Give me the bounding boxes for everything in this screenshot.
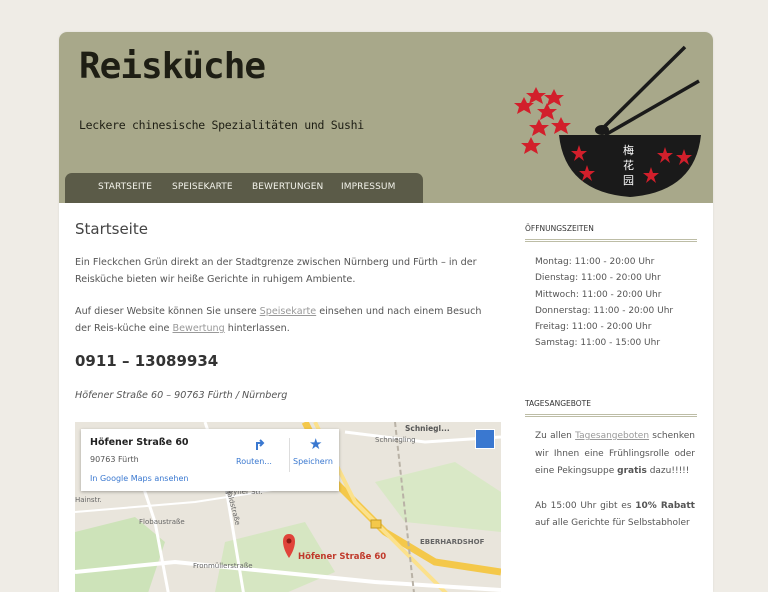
directions-icon[interactable] (254, 437, 268, 451)
map-label-schniegling: Schniegling (375, 436, 416, 444)
speisekarte-link[interactable]: Speisekarte (260, 306, 317, 317)
hours-row: Samstag: 11:00 - 15:00 Uhr (535, 338, 661, 349)
save-button[interactable]: Speichern (293, 457, 333, 466)
map-label-schniegl: Schniegl... (405, 424, 450, 433)
map-pin-label: Höfener Straße 60 (298, 552, 387, 562)
hours-row: Mittwoch: 11:00 - 20:00 Uhr (535, 289, 662, 300)
info-paragraph: Auf dieser Website können Sie unsere Spe… (75, 306, 482, 334)
logo-char-1: 梅 (623, 143, 634, 157)
opening-hours-list: Montag: 11:00 - 20:00 Uhr Dienstag: 11:0… (535, 254, 673, 352)
opening-hours-title: ÖFFNUNGSZEITEN (525, 224, 697, 242)
map-place-city: 90763 Fürth (90, 455, 139, 464)
hours-row: Montag: 11:00 - 20:00 Uhr (535, 257, 655, 267)
intro-paragraph: Ein Fleckchen Grün direkt an der Stadtgr… (75, 257, 477, 285)
bewertung-link[interactable]: Bewertung (173, 323, 225, 334)
star-icon[interactable]: ★ (309, 435, 322, 453)
offer-paragraph-1: Zu allen Tagesangeboten schenken wir Ihn… (535, 431, 695, 476)
nav-item-speisekarte[interactable]: SPEISEKARTE (172, 182, 233, 192)
daily-offers-title: TAGESANGEBOTE (525, 399, 697, 417)
main-navigation: STARTSEITE SPEISEKARTE BEWERTUNGEN IMPRE… (65, 173, 423, 203)
site-tagline: Leckere chinesische Spezialitäten und Su… (79, 118, 364, 132)
map-label-fronmuellerstrasse: Fronmüllerstraße (193, 562, 253, 570)
site-header: Reisküche Leckere chinesische Spezialitä… (59, 32, 713, 203)
street-view-pegman-icon[interactable] (475, 429, 495, 449)
daily-offers-text: Zu allen Tagesangeboten schenken wir Ihn… (535, 428, 695, 533)
offer-paragraph-2: Ab 15:00 Uhr gibt es 10% Rabatt auf alle… (535, 500, 695, 529)
nav-item-bewertungen[interactable]: BEWERTUNGEN (252, 182, 323, 192)
page-title: Startseite (75, 220, 148, 238)
map-label-flobaustrasse: Flobaustraße (139, 518, 185, 526)
page-container: Reisküche Leckere chinesische Spezialitä… (59, 32, 713, 592)
phone-number: 0911 – 13089934 (75, 352, 219, 370)
nav-item-startseite[interactable]: STARTSEITE (98, 182, 152, 192)
address-text: Höfener Straße 60 – 90763 Fürth / Nürnbe… (75, 390, 288, 401)
bowl-logo: 梅 花 园 (514, 45, 701, 197)
logo-char-3: 园 (623, 174, 634, 187)
view-in-google-maps-link[interactable]: In Google Maps ansehen (90, 474, 188, 483)
map-place-name: Höfener Straße 60 (90, 437, 189, 448)
site-title[interactable]: Reisküche (79, 46, 266, 87)
google-map[interactable]: Schniegling Schniegl... Flobaustraße Fro… (75, 422, 501, 592)
nav-item-impressum[interactable]: IMPRESSUM (341, 182, 395, 192)
directions-button[interactable]: Routen... (236, 457, 272, 466)
tagesangebote-link[interactable]: Tagesangeboten (575, 431, 649, 441)
card-divider (289, 438, 290, 472)
hours-row: Dienstag: 11:00 - 20:00 Uhr (535, 273, 661, 284)
map-label-eberhardshof: EBERHARDSHOF (420, 538, 485, 546)
map-info-card: Höfener Straße 60 90763 Fürth In Google … (81, 429, 339, 491)
hours-row: Donnerstag: 11:00 - 20:00 Uhr (535, 305, 674, 316)
hours-row: Freitag: 11:00 - 20:00 Uhr (535, 322, 652, 333)
map-label-hainstr: Hainstr. (75, 496, 102, 504)
logo-char-2: 花 (623, 159, 634, 172)
